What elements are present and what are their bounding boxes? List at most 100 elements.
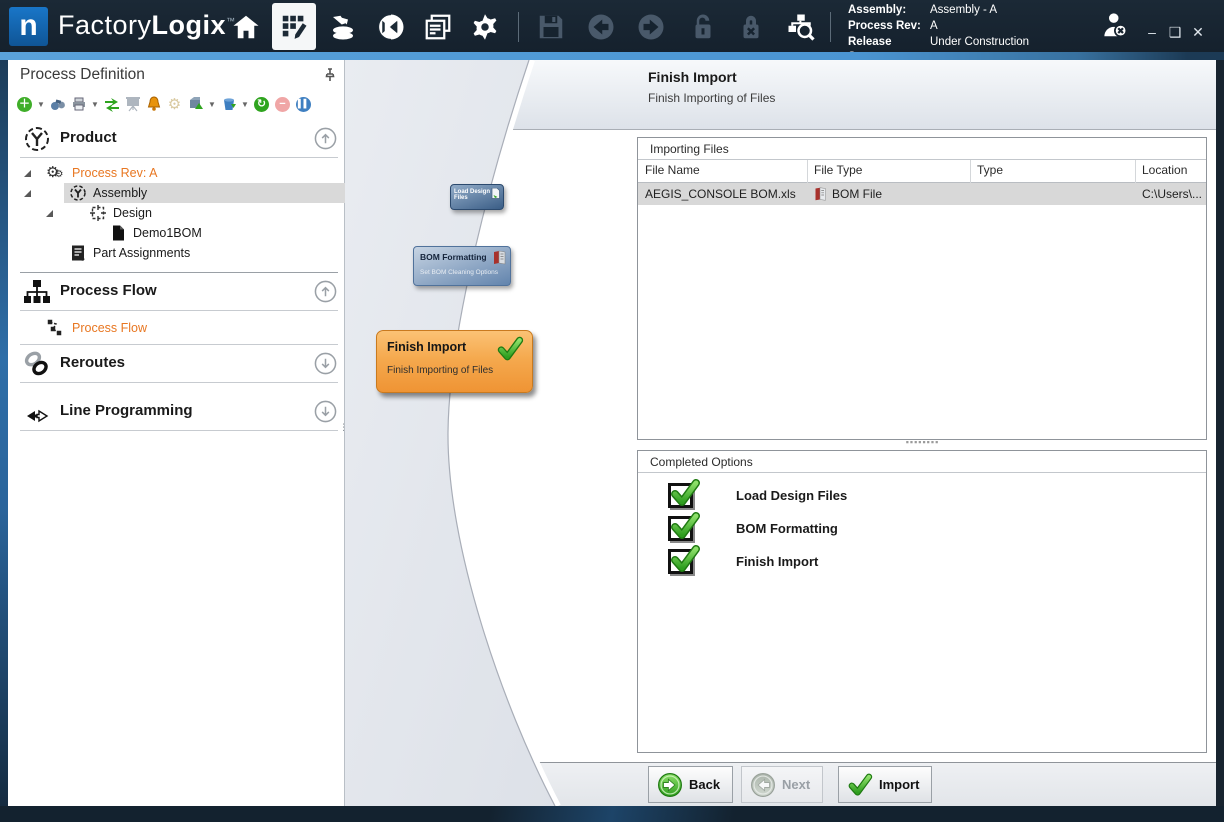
section-product[interactable]: Product: [8, 122, 345, 156]
expander-icon[interactable]: [24, 170, 31, 177]
completed-option-label: Load Design Files: [736, 488, 847, 503]
back-button[interactable]: Back: [648, 766, 733, 803]
undo-back-icon: [582, 8, 620, 46]
tree-item-assembly[interactable]: Assembly: [8, 183, 345, 203]
cell-file-type: BOM File: [832, 187, 882, 201]
production-icon[interactable]: [372, 8, 410, 46]
part-assignments-icon: [69, 244, 87, 262]
back-arrow-icon: [657, 772, 683, 798]
refresh-icon[interactable]: ↻: [253, 96, 270, 113]
tree-item-label: Process Rev: A: [72, 166, 157, 180]
next-arrow-icon: [750, 772, 776, 798]
completed-option-label: BOM Formatting: [736, 521, 838, 536]
section-line-programming[interactable]: Line Programming: [8, 395, 345, 429]
panel-splitter-grip[interactable]: ⋮⋮⋮: [339, 425, 343, 441]
wizard-header: [345, 60, 1216, 130]
step-card-bom-formatting[interactable]: BOM Formatting Set BOM Cleaning Options: [413, 246, 511, 286]
bell-icon[interactable]: [145, 96, 162, 113]
minimize-button[interactable]: –: [1142, 24, 1162, 40]
completed-options-title: Completed Options: [638, 451, 1206, 473]
section-process-flow[interactable]: Process Flow: [8, 275, 345, 309]
npi-import-icon[interactable]: [324, 8, 362, 46]
find-binoculars-icon[interactable]: [49, 96, 66, 113]
step-card-load-design-files[interactable]: Load Design Files: [450, 184, 504, 210]
flow-path-icon: [46, 319, 64, 337]
assembly-icon: [69, 184, 87, 202]
expander-icon[interactable]: [24, 190, 31, 197]
tree-item-process-flow[interactable]: Process Flow: [8, 316, 345, 340]
step-card-finish-import[interactable]: Finish Import Finish Importing of Files: [376, 330, 533, 393]
add-icon[interactable]: ＋: [16, 96, 33, 113]
deploy-icon[interactable]: [187, 96, 204, 113]
expand-down-icon[interactable]: [314, 352, 337, 375]
process-definition-icon[interactable]: [272, 3, 316, 50]
completed-option-row: BOM Formatting: [638, 514, 1206, 547]
divider: [20, 382, 338, 383]
col-location[interactable]: Location: [1142, 163, 1187, 177]
deploy-dropdown-icon[interactable]: ▼: [208, 100, 216, 109]
window-frame-right: [1216, 60, 1224, 806]
import-button[interactable]: Import: [838, 766, 932, 803]
window-frame-bottom: [0, 806, 1224, 822]
print-dropdown-icon[interactable]: ▼: [91, 100, 99, 109]
panel-title: Process Definition: [20, 66, 145, 84]
importing-files-title: Importing Files: [638, 138, 1206, 160]
reroutes-chain-icon: [22, 349, 52, 379]
col-file-name[interactable]: File Name: [645, 163, 700, 177]
checked-checkbox-icon: [668, 516, 693, 541]
collapse-up-icon[interactable]: [314, 280, 337, 303]
expand-down-icon[interactable]: [314, 400, 337, 423]
window-frame-left: [0, 60, 8, 806]
add-dropdown-icon[interactable]: ▼: [37, 100, 45, 109]
tree-item-label: Design: [113, 206, 152, 220]
tree-item-label: Demo1BOM: [133, 226, 202, 240]
tree-item-label: Assembly: [93, 186, 147, 200]
maximize-button[interactable]: ❑: [1165, 24, 1185, 41]
bom-file-icon: [814, 187, 827, 201]
section-process-flow-label: Process Flow: [60, 282, 157, 299]
collapse-up-icon[interactable]: [314, 127, 337, 150]
cleanup-dropdown-icon[interactable]: ▼: [241, 100, 249, 109]
step-title: Finish Import: [387, 340, 466, 354]
tree-item-design[interactable]: Design: [8, 203, 345, 223]
pause-icon[interactable]: ▌▌: [295, 96, 312, 113]
cell-location: C:\Users\...: [1142, 187, 1202, 201]
divider: [20, 157, 338, 158]
presentation-icon: [124, 96, 141, 113]
pin-icon[interactable]: [322, 67, 338, 88]
col-file-type[interactable]: File Type: [814, 163, 862, 177]
lock-discard-icon: [732, 8, 770, 46]
print-icon[interactable]: [70, 96, 87, 113]
cleanup-bucket-icon[interactable]: [220, 96, 237, 113]
remove-icon: −: [274, 96, 291, 113]
table-header: File Name File Type Type Location: [638, 160, 1206, 183]
process-rev-label: Process Rev:: [848, 19, 930, 34]
gears-icon: ⚙⚙: [46, 164, 64, 182]
process-flow-icon: [22, 277, 52, 307]
col-type[interactable]: Type: [977, 163, 1003, 177]
table-row[interactable]: AEGIS_CONSOLE BOM.xls BOM File C:\Users\…: [638, 183, 1206, 205]
logout-user-icon[interactable]: [1096, 6, 1134, 44]
section-reroutes[interactable]: Reroutes: [8, 347, 345, 381]
close-button[interactable]: ✕: [1188, 24, 1208, 41]
checked-checkbox-icon: [668, 483, 693, 508]
toolbar-separator: [830, 12, 831, 42]
section-product-label: Product: [60, 129, 117, 146]
expander-icon[interactable]: [46, 210, 53, 217]
step-title: BOM Formatting: [420, 252, 487, 262]
process-search-icon[interactable]: [782, 8, 820, 46]
import-wizard-area: Finish Import Finish Importing of Files …: [345, 60, 1216, 806]
divider: [20, 430, 338, 431]
documents-icon[interactable]: [419, 8, 457, 46]
divider: [20, 310, 338, 311]
group-splitter-grip[interactable]: ▪▪▪▪▪▪▪▪: [900, 441, 945, 446]
next-button[interactable]: Next: [741, 766, 823, 803]
settings-gear-icon[interactable]: [466, 8, 504, 46]
sync-icon[interactable]: [103, 96, 120, 113]
tree-item-demo1bom[interactable]: Demo1BOM: [8, 223, 345, 243]
cell-file-name: AEGIS_CONSOLE BOM.xls: [645, 187, 796, 201]
tree-item-part-assignments[interactable]: Part Assignments: [8, 243, 345, 263]
tree-item-process-rev[interactable]: ⚙⚙ Process Rev: A: [8, 163, 345, 183]
assembly-value: Assembly - A: [930, 3, 1029, 18]
home-icon[interactable]: [227, 8, 265, 46]
